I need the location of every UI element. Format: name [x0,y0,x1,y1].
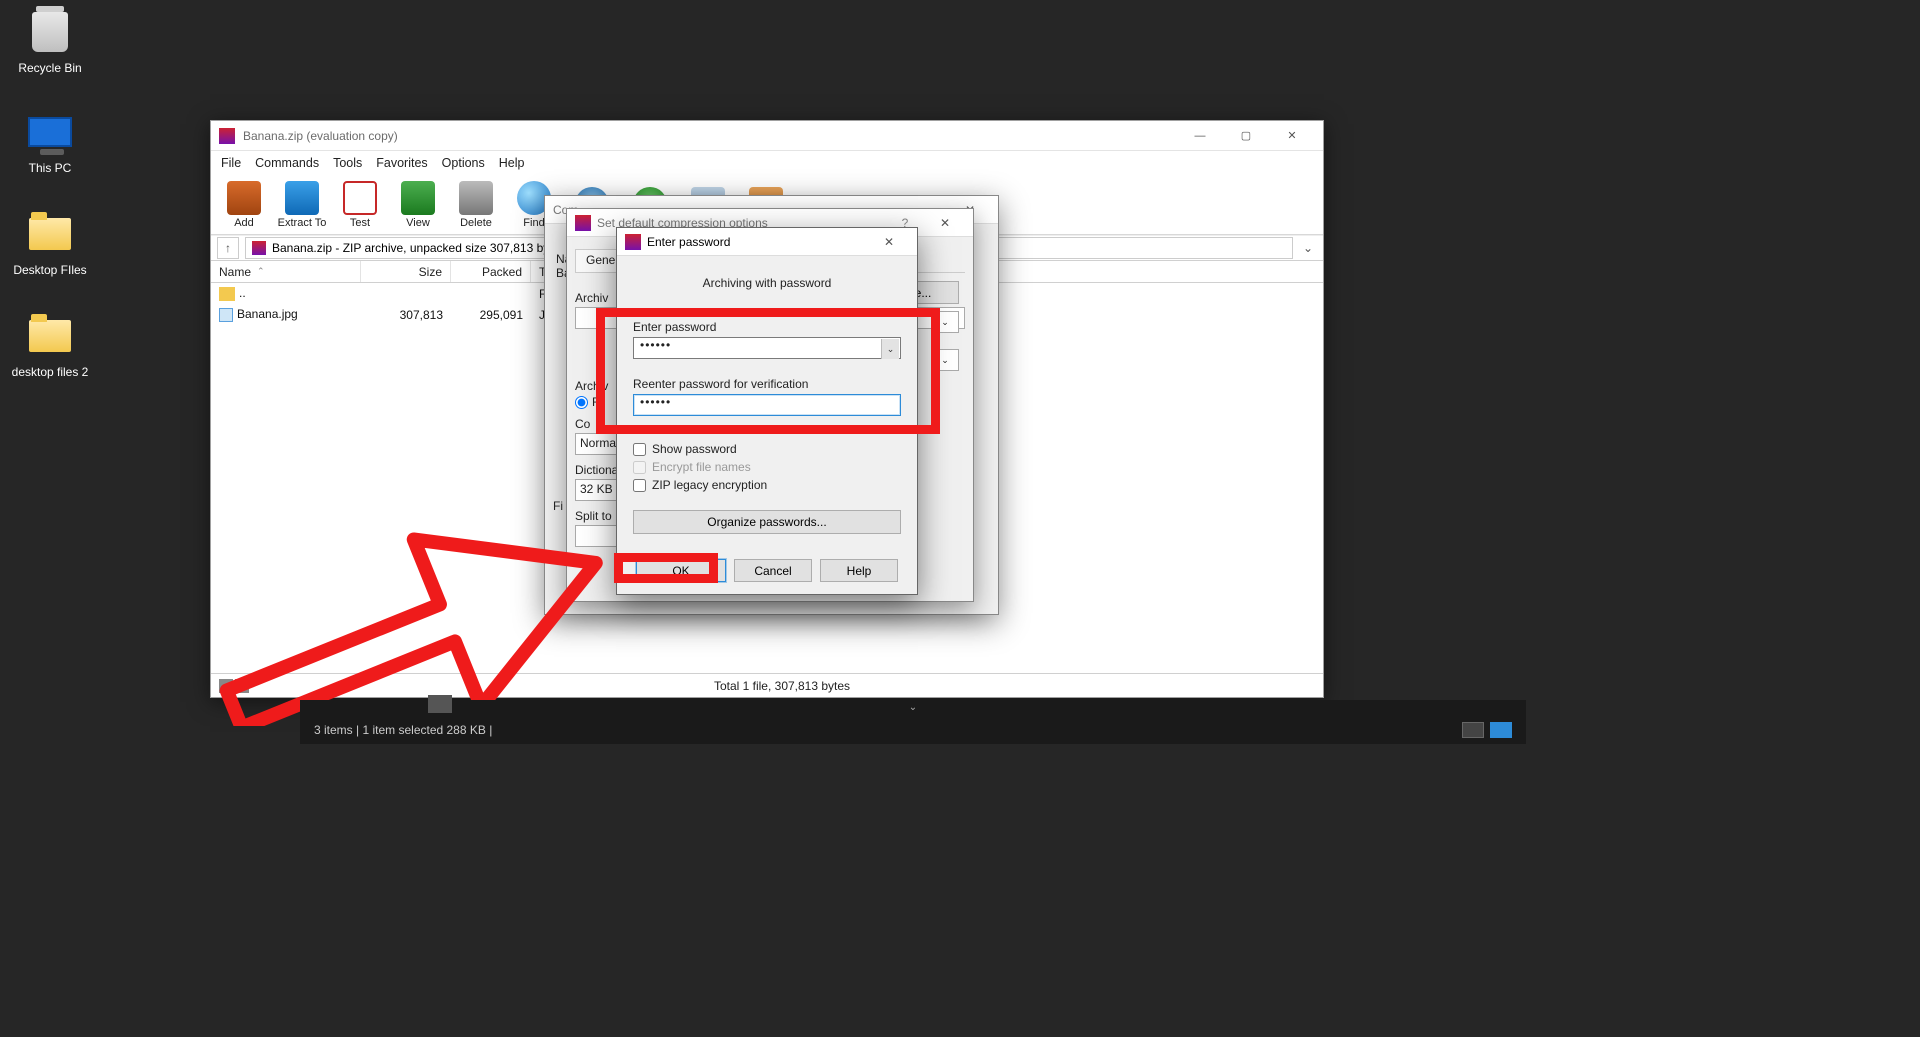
taskbar-status: 3 items | 1 item selected 288 KB | [314,723,492,737]
folder-icon [29,218,71,250]
titlebar[interactable]: Banana.zip (evaluation copy) — ▢ ✕ [211,121,1323,151]
organize-passwords-button[interactable]: Organize passwords... [633,510,901,534]
up-button[interactable]: ↑ [217,237,239,259]
tool-view[interactable]: View [393,181,443,229]
folder-icon [29,320,71,352]
chevron-down-icon: ⌄ [941,317,949,328]
menu-help[interactable]: Help [499,156,525,170]
address-dropdown[interactable]: ⌄ [1299,241,1317,255]
window-title: Banana.zip (evaluation copy) [243,129,1177,143]
desktop-recycle-bin[interactable]: Recycle Bin [10,8,90,75]
zip-legacy-checkbox[interactable]: ZIP legacy encryption [633,478,901,492]
winrar-icon [219,128,235,144]
close-icon[interactable]: ✕ [869,235,909,249]
help-button[interactable]: Help [820,559,898,582]
recycle-bin-icon [32,12,68,52]
col-packed[interactable]: Packed [451,261,531,282]
status-icon [235,679,249,693]
annotation-box [614,553,718,583]
menu-commands[interactable]: Commands [255,156,319,170]
status-text: Total 1 file, 307,813 bytes [249,679,1315,693]
folder-icon [219,287,235,301]
minimize-button[interactable]: — [1177,121,1223,151]
monitor-icon [28,117,72,147]
maximize-button[interactable]: ▢ [1223,121,1269,151]
trash-icon [459,181,493,215]
desktop-label: Recycle Bin [10,61,90,75]
tool-add[interactable]: Add [219,181,269,229]
desktop-folder-1[interactable]: Desktop FIles [10,210,90,277]
view-icon [401,181,435,215]
image-icon [219,308,233,322]
winrar-icon [625,234,641,250]
view-icon[interactable] [1462,722,1484,738]
taskbar-item[interactable] [428,695,452,713]
taskbar: ⌄ 3 items | 1 item selected 288 KB | [300,700,1526,744]
col-name[interactable]: Name ⌃ [211,261,361,282]
show-password-checkbox[interactable]: Show password [633,442,901,456]
desktop-folder-2[interactable]: desktop files 2 [10,312,90,379]
close-button[interactable]: ✕ [1269,121,1315,151]
annotation-box [596,308,940,434]
chevron-down-icon: ⌄ [941,355,949,366]
encrypt-names-checkbox[interactable]: Encrypt file names [633,460,901,474]
tool-test[interactable]: Test [335,181,385,229]
desktop-this-pc[interactable]: This PC [10,108,90,175]
address-text: Banana.zip - ZIP archive, unpacked size … [272,241,549,255]
statusbar: Total 1 file, 307,813 bytes [211,673,1323,697]
desktop-label: This PC [10,161,90,175]
desktop-label: desktop files 2 [10,365,90,379]
extract-icon [285,181,319,215]
format-radio[interactable] [575,396,588,409]
archive-icon [252,241,266,255]
status-icon [219,679,233,693]
col-size[interactable]: Size [361,261,451,282]
menu-options[interactable]: Options [442,156,485,170]
menu-file[interactable]: File [221,156,241,170]
winrar-icon [575,215,591,231]
tool-delete[interactable]: Delete [451,181,501,229]
view-icon[interactable] [1490,722,1512,738]
dialog-subtitle: Archiving with password [633,276,901,290]
menu-tools[interactable]: Tools [333,156,362,170]
sort-asc-icon: ⌃ [257,266,265,277]
tool-extract[interactable]: Extract To [277,181,327,229]
label: Fi [553,499,563,513]
cancel-button[interactable]: Cancel [734,559,812,582]
menubar: File Commands Tools Favorites Options He… [211,151,1323,175]
menu-favorites[interactable]: Favorites [376,156,427,170]
dialog-title: Enter password [647,235,869,249]
desktop-label: Desktop FIles [10,263,90,277]
close-icon[interactable]: ✕ [925,216,965,230]
dialog-titlebar[interactable]: Enter password ✕ [617,228,917,256]
chevron-down-icon[interactable]: ⌄ [909,702,917,713]
books-icon [227,181,261,215]
check-icon [343,181,377,215]
